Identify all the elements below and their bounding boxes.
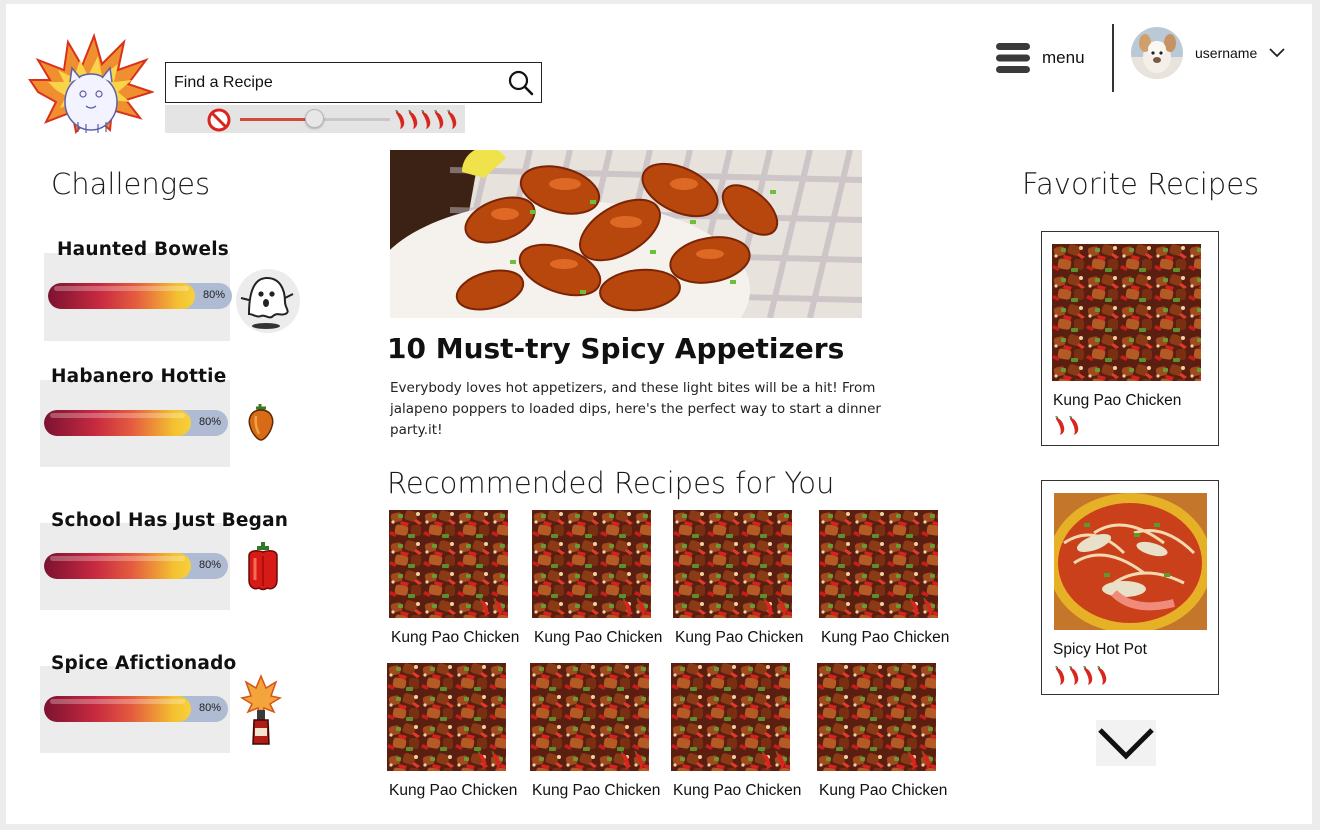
featured-article-description: Everybody loves hot appetizers, and thes…: [390, 380, 881, 438]
spice-level-icon: [478, 598, 503, 618]
challenge-progress-bar: 80%: [44, 553, 228, 579]
challenge-progress-fill: [44, 410, 192, 436]
recommended-recipe-card[interactable]: Kung Pao Chicken: [671, 663, 811, 800]
spice-level-icon: [1054, 666, 1107, 686]
featured-article-image[interactable]: [390, 150, 862, 318]
challenge-progress-label: 80%: [198, 702, 221, 714]
menu-label: menu: [1042, 48, 1085, 67]
recipe-image: [673, 510, 792, 618]
user-account-dropdown[interactable]: username: [1131, 27, 1285, 79]
challenge-progress-label: 80%: [198, 416, 221, 428]
recipe-name: Kung Pao Chicken: [391, 629, 520, 646]
recommended-title: Recommended Recipes for You: [387, 466, 835, 500]
challenge-progress-label: 80%: [198, 559, 221, 571]
challenge-title: Habanero Hottie: [51, 366, 227, 387]
challenge-progress-fill: [44, 553, 192, 579]
alpaca-avatar-icon: [1131, 27, 1183, 79]
challenge-title: Spice Afictionado: [51, 653, 237, 674]
spice-slider-thumb[interactable]: [305, 109, 324, 128]
favorite-recipe-name: Spicy Hot Pot: [1053, 641, 1147, 658]
header-divider: [1112, 24, 1114, 92]
favorite-card-2[interactable]: Spicy Hot Pot: [1041, 480, 1219, 695]
spice-level-icon: [621, 598, 646, 618]
challenges-title: Challenges: [51, 167, 211, 201]
spice-level-icon: [760, 751, 785, 771]
ghost-icon: [236, 269, 300, 333]
menu-button[interactable]: menu: [996, 42, 1085, 74]
spice-level-icon: [908, 598, 933, 618]
search-bar: [165, 62, 542, 103]
spice-level-icon: [1054, 416, 1079, 436]
recommended-recipe-card[interactable]: Kung Pao Chicken: [530, 663, 670, 800]
no-spice-icon[interactable]: [207, 108, 231, 132]
recipe-image: [819, 510, 938, 618]
spice-slider-fill: [240, 118, 315, 121]
exploding-cat-logo-icon: [28, 32, 156, 135]
spice-level-filter: [165, 105, 465, 133]
chicken-wings-photo: [390, 150, 862, 318]
featured-article-title[interactable]: 10 Must-try Spicy Appetizers: [387, 332, 844, 365]
recommended-recipe-card[interactable]: Kung Pao Chicken: [387, 663, 527, 800]
recipe-image: [530, 663, 649, 771]
hamburger-menu-icon: [996, 43, 1030, 73]
recommended-recipe-card[interactable]: Kung Pao Chicken: [673, 510, 813, 647]
favorite-recipe-name: Kung Pao Chicken: [1053, 392, 1182, 409]
scroll-down-button[interactable]: [1096, 720, 1156, 766]
recipe-image: [671, 663, 790, 771]
recipe-name: Kung Pao Chicken: [532, 782, 661, 799]
favorite-recipe-image: [1052, 244, 1201, 381]
recipe-image: [387, 663, 506, 771]
recipe-name: Kung Pao Chicken: [819, 782, 948, 799]
kung-pao-photo: [1052, 244, 1201, 381]
search-icon: [508, 70, 534, 96]
app-window: menu username Challenges Haunted Bowels: [6, 4, 1312, 824]
max-spice-icon[interactable]: [392, 109, 462, 131]
recipe-image: [817, 663, 936, 771]
avatar: [1131, 27, 1183, 79]
recipe-name: Kung Pao Chicken: [534, 629, 663, 646]
recipe-name: Kung Pao Chicken: [673, 782, 802, 799]
challenge-progress-label: 80%: [202, 289, 225, 301]
recommended-recipe-card[interactable]: Kung Pao Chicken: [389, 510, 529, 647]
recommended-recipe-card[interactable]: Kung Pao Chicken: [819, 510, 959, 647]
hot-sauce-icon: [240, 674, 282, 745]
challenge-progress-bar: 80%: [44, 696, 228, 722]
recipe-image: [389, 510, 508, 618]
recipe-image: [532, 510, 651, 618]
app-logo[interactable]: [28, 30, 156, 136]
spice-level-icon: [619, 751, 644, 771]
search-button[interactable]: [507, 69, 535, 97]
recipe-name: Kung Pao Chicken: [821, 629, 950, 646]
chevron-down-icon: [1269, 48, 1285, 58]
challenge-progress-bar: 80%: [44, 410, 228, 436]
spice-level-icon: [476, 751, 501, 771]
habanero-icon: [248, 404, 274, 441]
search-input[interactable]: [166, 65, 486, 100]
favorites-title: Favorite Recipes: [1022, 167, 1260, 201]
recommended-recipe-card[interactable]: Kung Pao Chicken: [817, 663, 957, 800]
favorite-recipe-image: [1054, 493, 1207, 630]
username-label: username: [1195, 45, 1258, 61]
challenge-progress-fill: [44, 696, 192, 722]
chevron-down-icon: [1098, 728, 1154, 760]
spice-level-icon: [906, 751, 931, 771]
recipe-name: Kung Pao Chicken: [389, 782, 518, 799]
hot-pot-photo: [1054, 493, 1207, 630]
favorite-card-1[interactable]: Kung Pao Chicken: [1041, 231, 1219, 446]
recommended-recipe-card[interactable]: Kung Pao Chicken: [532, 510, 672, 647]
challenge-progress-fill: [48, 283, 196, 309]
recipe-name: Kung Pao Chicken: [675, 629, 804, 646]
spice-level-icon: [762, 598, 787, 618]
challenge-title: School Has Just Began: [51, 510, 289, 531]
challenge-progress-bar: 80%: [48, 283, 232, 309]
bell-pepper-icon: [248, 542, 278, 591]
challenge-title: Haunted Bowels: [57, 239, 229, 260]
